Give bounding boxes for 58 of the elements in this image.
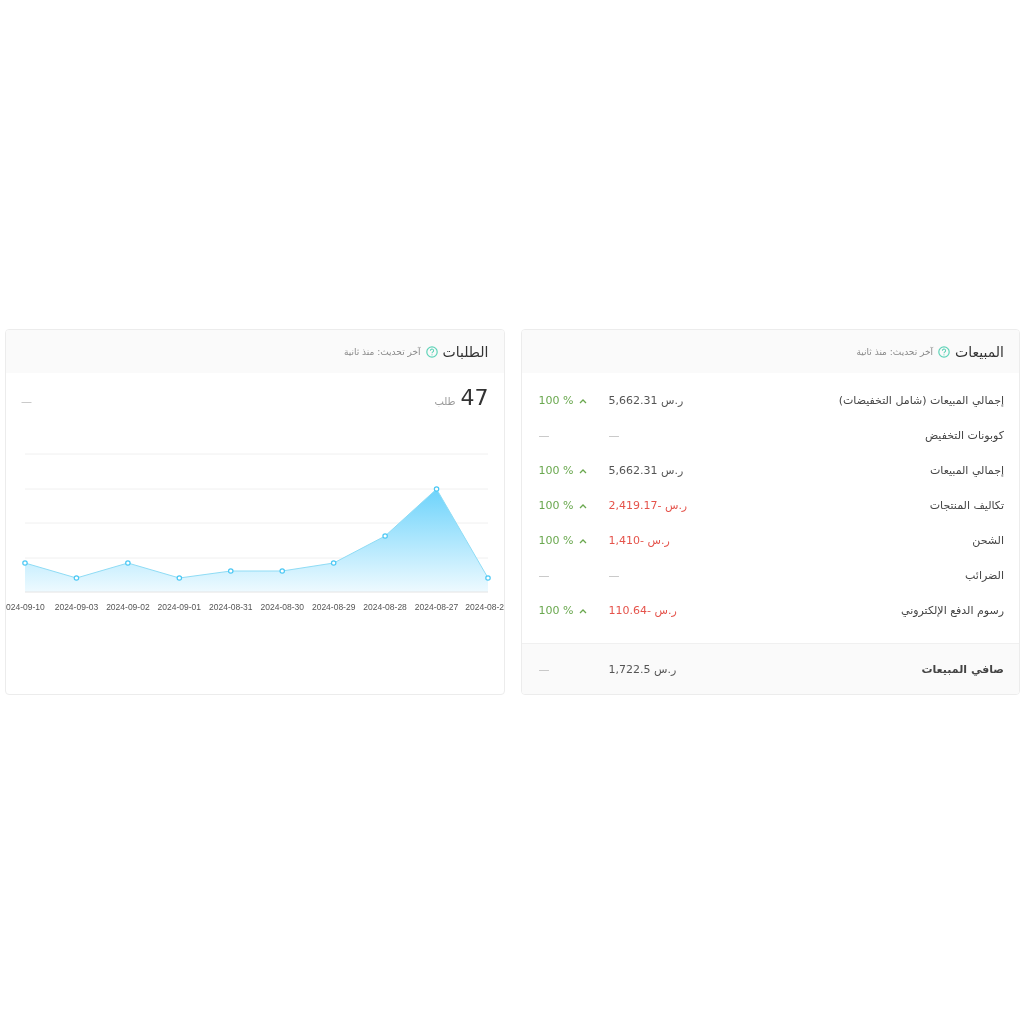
row-label: إجمالي المبيعات (شامل التخفيضات) [837,394,1004,407]
axis-label: 2024-09-01 [157,602,202,612]
axis-label: 2024-09-03 [54,602,99,612]
data-point [485,575,491,581]
data-point [228,568,234,574]
change-value: — [21,395,32,408]
change-percent: 100 % [538,464,574,477]
amount-value: — [608,429,621,442]
change-percent: — [538,429,550,442]
row-label: تكاليف المنتجات [928,499,1004,512]
caret-up-icon [579,397,588,404]
help-icon[interactable] [938,345,951,358]
last-updated-text: آخر تحديث: منذ ثانية [343,346,421,357]
row-label: إجمالي المبيعات [929,464,1004,477]
data-point [330,560,337,566]
row-label: الضرائب [964,569,1004,582]
axis-label: 2024-08-2 [465,602,504,612]
row-label: كوبونات التخفيض [923,429,1004,442]
amount-value: ر.س -110.64 [608,604,678,617]
amount-value: ر.س -2,419.17 [608,499,689,512]
axis-label: 2024-08-29 [311,602,356,612]
change-percent: 100 % [538,394,574,407]
card-title: المبيعات [955,343,1004,360]
change-percent: — [538,569,550,582]
axis-label: 2024-08-27 [414,602,459,612]
row-label: رسوم الدفع الإلكتروني [900,604,1004,617]
amount-value: ر.س -1,410 [608,534,671,547]
data-point [382,533,388,539]
axis-label: 2024-08-28 [363,602,407,612]
order-count: 47 [460,385,489,410]
change-percent: 100 % [538,534,574,547]
change-percent: — [538,662,550,676]
caret-up-icon [579,467,588,474]
caret-up-icon [579,502,588,509]
amount-value: 1,722.5 ر.س [608,662,678,676]
axis-label: 2024-08-31 [209,602,253,612]
change-percent: 100 % [538,499,574,512]
axis-label: 2024-08-30 [260,602,304,612]
data-point [176,575,183,581]
help-icon[interactable] [425,345,438,358]
caret-up-icon [579,537,588,544]
caret-up-icon [579,607,588,614]
change-percent: 100 % [538,604,574,617]
row-label: الشحن [971,534,1004,547]
amount-value: 5,662.31 ر.س [608,394,685,407]
count-unit: طلب [433,396,456,407]
data-point [125,560,131,566]
data-point [433,486,440,492]
data-point [73,575,80,581]
amount-value: 5,662.31 ر.س [608,464,685,477]
row-label: صافي المبيعات [920,662,1004,676]
axis-label: 024-09-10 [6,602,45,612]
data-point [22,560,28,566]
last-updated-text: آخر تحديث: منذ ثانية [856,346,934,357]
data-point [279,568,286,574]
axis-label: 2024-09-02 [106,602,150,612]
amount-value: — [608,569,621,582]
card-title: الطلبات [442,343,489,360]
